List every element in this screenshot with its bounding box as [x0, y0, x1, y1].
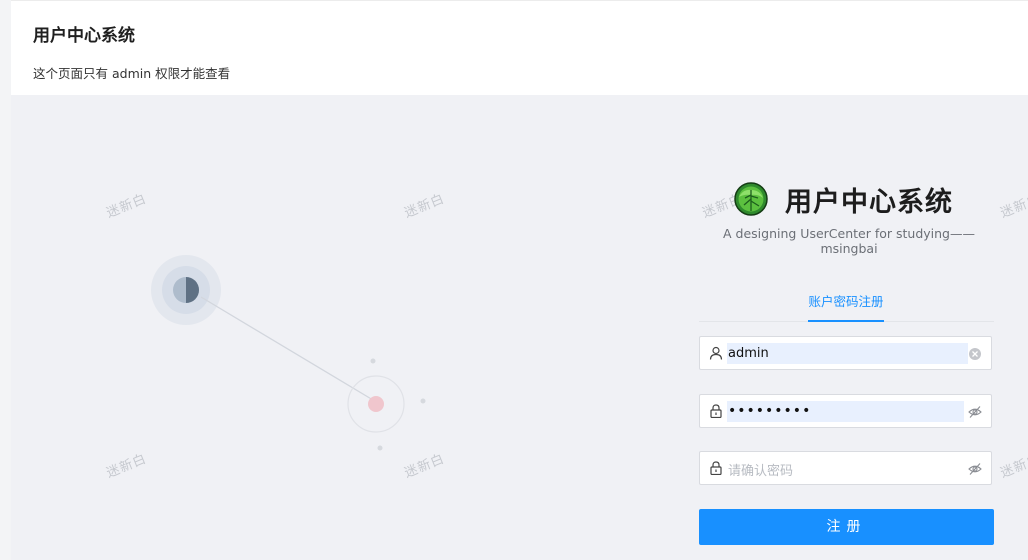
- eye-invisible-icon[interactable]: [968, 405, 982, 419]
- brand-title: 用户中心系统: [785, 186, 953, 218]
- decorative-network-graphic: [151, 255, 426, 451]
- username-field[interactable]: admin: [699, 336, 992, 370]
- brand-row: 用户中心系统: [733, 179, 953, 219]
- register-button[interactable]: 注册: [699, 509, 994, 545]
- user-icon: [709, 346, 723, 360]
- lock-icon: [710, 461, 722, 475]
- password-field[interactable]: •••••••••: [699, 394, 992, 428]
- login-tabs: 账户密码注册: [699, 285, 994, 322]
- page-title: 用户中心系统: [33, 26, 135, 46]
- lock-icon: [710, 404, 722, 418]
- main-content: 迷新白 迷新白 迷新白 迷新白 迷新白 迷新白 迷新白 迷新白 用户中心系统 A…: [11, 95, 1028, 560]
- confirm-password-placeholder: 请确认密码: [728, 464, 794, 479]
- page-header: 用户中心系统 这个页面只有 admin 权限才能查看: [11, 0, 1028, 96]
- watermark: 迷新白: [998, 451, 1028, 482]
- confirm-password-field[interactable]: 请确认密码: [699, 451, 992, 485]
- watermark: 迷新白: [998, 191, 1028, 222]
- username-value[interactable]: admin: [727, 343, 968, 364]
- cabbage-logo-icon: [734, 182, 768, 216]
- page-subtitle: 这个页面只有 admin 权限才能查看: [33, 66, 231, 81]
- brand-subtitle: A designing UserCenter for studying——msi…: [723, 226, 975, 256]
- clear-icon[interactable]: [968, 347, 982, 361]
- password-value[interactable]: •••••••••: [727, 401, 964, 422]
- tab-account-password-register[interactable]: 账户密码注册: [808, 291, 884, 322]
- left-edge-strip: [0, 0, 11, 560]
- eye-invisible-icon[interactable]: [968, 462, 982, 476]
